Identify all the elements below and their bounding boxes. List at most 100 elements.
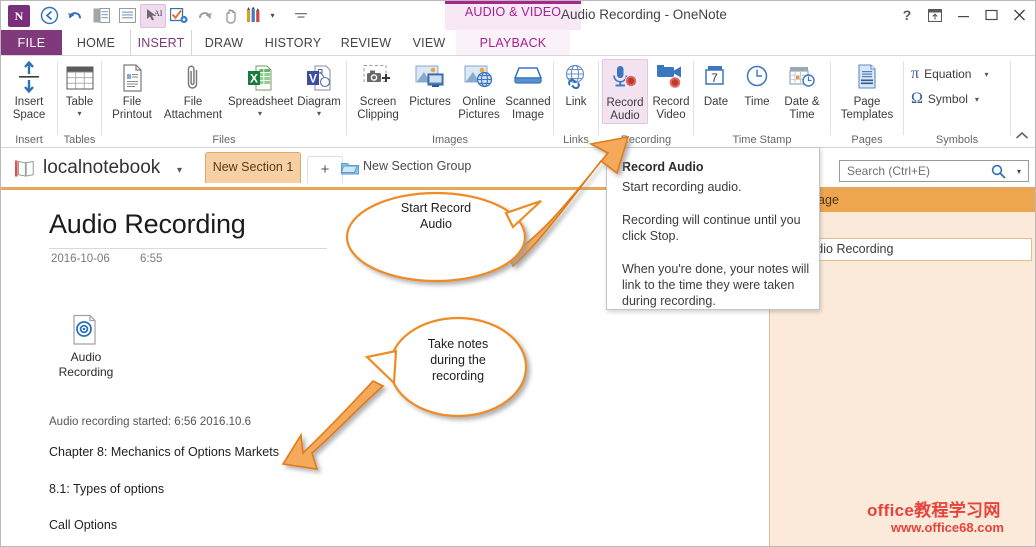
quick-access-toolbar: N AI [1,1,314,30]
onenote-logo-icon: N [8,5,30,27]
ribbon-group-time-stamp-label: Time Stamp [694,134,830,146]
note-line[interactable]: Call Options [49,518,117,532]
file-printout-icon [106,59,158,93]
ribbon-button-record-video-label: Record Video [649,96,693,122]
section-tab-new-section-1[interactable]: New Section 1 [205,152,301,183]
tab-file[interactable]: FILE [1,30,62,56]
back-icon[interactable] [36,4,62,28]
svg-text:X: X [250,72,258,86]
watermark-line-2: www.office68.com [891,520,1004,535]
ribbon-display-options-icon[interactable] [921,3,949,27]
equation-chevron-down-icon[interactable]: ▾ [984,70,988,79]
close-icon[interactable] [1005,3,1033,27]
ribbon-button-date-label: Date [696,96,736,109]
date-icon: 7 [696,59,736,93]
ribbon-button-date[interactable]: 7 Date [696,59,736,109]
maximize-icon[interactable] [977,3,1005,27]
ribbon-button-date-time[interactable]: Date & Time [778,59,826,122]
ribbon-button-diagram[interactable]: V Diagram ▾ [294,59,344,118]
ribbon-button-file-attachment[interactable]: File Attachment [160,59,226,122]
tooltip-paragraph: When you're done, your notes will link t… [622,261,810,309]
window-controls: ? [893,3,1033,27]
minimize-icon[interactable] [949,3,977,27]
note-line[interactable]: 8.1: Types of options [49,482,164,496]
search-chevron-down-icon[interactable]: ▾ [1017,167,1021,176]
ribbon-button-pictures[interactable]: Pictures [407,59,453,109]
ribbon-group-files-label: Files [102,134,346,146]
screen-clipping-icon [351,59,405,93]
diagram-icon: V [294,59,344,93]
callout-label-start-record-audio: Start Record Audio [366,200,506,232]
pen-icon[interactable] [244,4,266,28]
page-date[interactable]: 2016-10-06 [51,253,110,265]
tab-history[interactable]: HISTORY [256,30,330,56]
ribbon-group-tables-label: Tables [58,134,101,146]
window-title: Audio Recording - OneNote [561,7,727,22]
ribbon-button-time[interactable]: Time [737,59,777,109]
note-line[interactable]: Audio recording started: 6:56 2016.10.6 [49,416,251,428]
notebook-icon [15,160,37,177]
ribbon-button-page-templates[interactable]: Page Templates [831,59,903,122]
tab-review[interactable]: REVIEW [330,30,402,56]
section-group-new-section-group[interactable]: New Section Group [363,159,471,173]
tab-view[interactable]: VIEW [402,30,456,56]
select-ink-icon[interactable]: AI [140,4,166,28]
ribbon-button-link[interactable]: Link [554,59,598,109]
diagram-chevron-down-icon[interactable]: ▾ [294,109,344,118]
panning-hand-icon[interactable] [218,4,244,28]
customize-qat-icon[interactable] [288,4,314,28]
symbol-chevron-down-icon[interactable]: ▾ [975,95,979,104]
section-group-icon [341,160,359,175]
ribbon-group-links: Link Links [554,56,598,148]
note-line[interactable]: Chapter 8: Mechanics of Options Markets [49,445,279,459]
search-icon[interactable] [991,164,1006,184]
ribbon-button-page-templates-label: Page Templates [831,96,903,122]
help-icon[interactable]: ? [893,3,921,27]
tooltip-title: Record Audio [622,160,703,174]
tab-home[interactable]: HOME [62,30,130,56]
ribbon-button-equation[interactable]: π Equation ▾ [911,65,988,83]
link-icon [554,59,598,93]
redo-icon[interactable] [192,4,218,28]
ribbon-button-insert-space[interactable]: Insert Space [5,59,53,122]
pen-dropdown-caret-icon[interactable]: ▾ [266,4,279,28]
ribbon-button-table[interactable]: Table ▾ [58,59,101,118]
notebook-chevron-down-icon[interactable]: ▾ [177,165,182,176]
ribbon-group-symbols: π Equation ▾ Ω Symbol ▾ Symbols [904,56,1010,148]
notebook-selector[interactable]: localnotebook ▾ [1,148,205,188]
add-section-button[interactable]: + [307,156,343,183]
ribbon-button-screen-clipping[interactable]: Screen Clipping [351,59,405,122]
undo-icon[interactable] [62,4,88,28]
ribbon-button-table-label: Table [58,96,101,109]
tag-icon[interactable] [166,4,192,28]
file-attachment-icon [160,59,226,93]
ribbon-group-tables: Table ▾ Tables [58,56,101,148]
ribbon-button-record-video[interactable]: Record Video [649,59,693,122]
ribbon-button-online-pictures[interactable]: Online Pictures [455,59,503,122]
full-page-view-icon[interactable] [114,4,140,28]
audio-file-icon[interactable] [71,314,99,346]
ribbon-button-file-printout[interactable]: File Printout [106,59,158,122]
ribbon-button-diagram-label: Diagram [294,96,344,109]
ribbon-button-scanned-image[interactable]: Scanned Image [505,59,551,122]
dock-to-desktop-icon[interactable] [88,4,114,28]
spreadsheet-icon: X [228,59,292,93]
ribbon-button-spreadsheet[interactable]: X Spreadsheet ▾ [228,59,292,118]
tab-draw[interactable]: DRAW [192,30,256,56]
page-templates-icon [831,59,903,93]
ribbon-tab-strip: FILE HOME INSERT DRAW HISTORY REVIEW VIE… [1,30,1036,56]
notebook-name: localnotebook [43,157,160,179]
symbol-icon: Ω [911,90,923,108]
ribbon-group-links-label: Links [554,134,598,146]
tab-insert[interactable]: INSERT [130,30,192,56]
page-title[interactable]: Audio Recording [49,209,246,240]
collapse-ribbon-icon[interactable] [1015,130,1029,144]
ribbon-button-record-audio[interactable]: Record Audio [602,59,648,124]
tab-playback[interactable]: PLAYBACK [456,30,570,56]
page-list-item[interactable]: Audio Recording [792,238,1032,261]
page-time[interactable]: 6:55 [140,253,162,265]
ribbon-button-symbol[interactable]: Ω Symbol ▾ [911,90,979,108]
table-chevron-down-icon[interactable]: ▾ [58,109,101,118]
spreadsheet-chevron-down-icon[interactable]: ▾ [228,109,292,118]
search-input[interactable]: Search (Ctrl+E) ▾ [839,160,1029,182]
